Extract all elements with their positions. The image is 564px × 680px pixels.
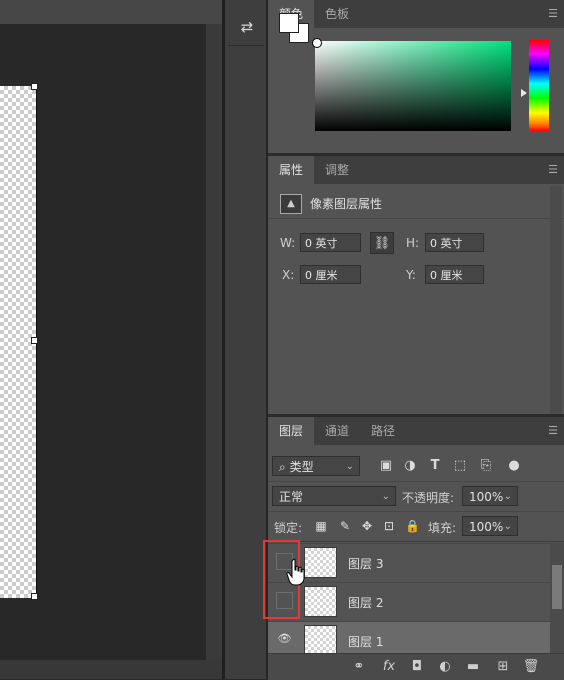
lock-move-icon[interactable]: ✥ [360, 519, 374, 533]
layer-thumbnail[interactable] [304, 547, 337, 578]
layers-panel: 图层 通道 路径 ☰ ⌕ 类型 ⌄ ▣ ◑ T ⬚ ⎘ ● 正常 ⌄ 不透明度:… [268, 417, 564, 680]
filter-adjustment-icon[interactable]: ◑ [402, 458, 418, 474]
chevron-down-icon: ⌄ [503, 491, 512, 502]
canvas-corner-handle[interactable] [31, 83, 38, 90]
panel-dock [225, 0, 267, 679]
properties-panel: 属性 调整 ☰ ▲ 像素图层属性 W: 0 英寸 ⛓ H: 0 英寸 X: 0 … [268, 156, 564, 414]
chevron-down-icon: ⌄ [381, 491, 390, 502]
properties-panel-tabs: 属性 调整 ☰ [268, 156, 564, 184]
new-layer-icon[interactable]: ⊞ [494, 659, 512, 674]
layer-filter-dropdown[interactable]: ⌕ 类型 ⌄ [272, 456, 360, 476]
x-label: X: [282, 268, 295, 282]
hue-slider-marker[interactable] [521, 89, 527, 97]
fill-field[interactable]: 100% ⌄ [462, 516, 518, 536]
filter-kind-label: 类型 [289, 460, 314, 474]
link-dimensions-icon[interactable]: ⛓ [370, 232, 394, 254]
layers-panel-tabs: 图层 通道 路径 ☰ [268, 417, 564, 445]
adjustment-icon[interactable]: ◐ [436, 659, 454, 674]
width-field[interactable]: 0 英寸 [300, 233, 361, 252]
color-panel-tabs: 颜色 色板 ☰ [268, 0, 564, 28]
layer-thumbnail[interactable] [304, 625, 337, 656]
link-icon[interactable]: ⚭ [350, 659, 368, 674]
trash-icon[interactable]: 🗑 [522, 659, 540, 674]
history-icon[interactable]: ⇄ [236, 16, 258, 38]
height-label: H: [406, 236, 420, 250]
layer-filter-row: ⌕ 类型 ⌄ ▣ ◑ T ⬚ ⎘ ● [268, 451, 564, 479]
color-field[interactable] [315, 41, 511, 131]
opacity-label: 不透明度: [402, 491, 455, 505]
blend-mode-dropdown[interactable]: 正常 ⌄ [272, 486, 396, 506]
layer-row[interactable]: 图层 3 [268, 543, 550, 582]
lock-all-icon[interactable]: 🔒 [405, 519, 420, 533]
color-picker-marker[interactable] [312, 38, 322, 48]
filter-type-icon[interactable]: T [427, 458, 443, 474]
hand-cursor-icon [286, 558, 305, 586]
eye-icon[interactable]: 👁 [276, 631, 293, 648]
tab-properties[interactable]: 属性 [268, 156, 314, 184]
search-icon: ⌕ [279, 460, 286, 474]
canvas-side-handle[interactable] [31, 337, 38, 344]
tab-channels[interactable]: 通道 [314, 417, 360, 445]
opacity-value: 100% [469, 490, 504, 504]
chevron-down-icon: ⌄ [345, 461, 354, 472]
tab-layers[interactable]: 图层 [268, 417, 314, 445]
fx-icon[interactable]: fx [380, 659, 398, 674]
lock-artboard-icon[interactable]: ⊡ [382, 519, 396, 533]
lock-label: 锁定: [274, 521, 303, 535]
layer-row[interactable]: 图层 2 [268, 582, 550, 621]
color-panel: 颜色 色板 ☰ [268, 0, 564, 153]
layer-name[interactable]: 图层 3 [348, 555, 383, 572]
document-tab-bar [0, 0, 222, 24]
fill-label: 填充: [428, 521, 457, 535]
layers-divider [268, 481, 564, 482]
layers-scrollbar-thumb[interactable] [552, 565, 562, 609]
dock-separator [228, 45, 264, 46]
tab-paths[interactable]: 路径 [360, 417, 406, 445]
canvas-corner-handle[interactable] [31, 593, 38, 600]
height-field[interactable]: 0 英寸 [425, 233, 484, 252]
panel-menu-icon[interactable]: ☰ [548, 424, 558, 437]
folder-icon[interactable]: ▬ [464, 659, 482, 674]
layer-thumbnail[interactable] [304, 586, 337, 617]
y-field[interactable]: 0 厘米 [425, 265, 484, 284]
lock-paint-icon[interactable]: ✎ [338, 519, 352, 533]
canvas-status-bar [0, 660, 222, 679]
layers-divider [268, 541, 564, 542]
hue-slider[interactable] [529, 40, 549, 131]
layers-divider [268, 511, 564, 512]
tab-swatches[interactable]: 色板 [314, 0, 360, 28]
tab-adjustments[interactable]: 调整 [314, 156, 360, 184]
mask-icon[interactable]: ◘ [408, 659, 426, 674]
fill-value: 100% [469, 520, 504, 534]
x-field[interactable]: 0 厘米 [300, 265, 361, 284]
properties-title: 像素图层属性 [310, 197, 383, 211]
filter-toggle-icon[interactable]: ● [506, 458, 522, 474]
chevron-down-icon: ⌄ [503, 521, 512, 532]
properties-divider [268, 218, 564, 219]
pixel-layer-icon: ▲ [280, 194, 302, 214]
lock-transparent-icon[interactable]: ▦ [314, 519, 328, 533]
layers-bottom-bar: ⚭ fx ◘ ◐ ▬ ⊞ 🗑 [268, 653, 564, 680]
layer-name[interactable]: 图层 1 [348, 633, 383, 650]
canvas-scrollbar[interactable] [206, 24, 222, 662]
filter-smart-object-icon[interactable]: ⎘ [478, 458, 494, 474]
filter-shape-icon[interactable]: ⬚ [452, 458, 468, 474]
width-label: W: [280, 236, 296, 250]
panel-menu-icon[interactable]: ☰ [548, 163, 558, 176]
layer-name[interactable]: 图层 2 [348, 594, 383, 611]
panel-menu-icon[interactable]: ☰ [548, 7, 558, 20]
opacity-field[interactable]: 100% ⌄ [462, 486, 518, 506]
filter-pixel-icon[interactable]: ▣ [378, 458, 394, 474]
foreground-color-swatch[interactable] [279, 13, 299, 33]
properties-scrollbar[interactable] [550, 186, 562, 414]
y-label: Y: [406, 268, 416, 282]
blend-mode-label: 正常 [279, 490, 304, 504]
